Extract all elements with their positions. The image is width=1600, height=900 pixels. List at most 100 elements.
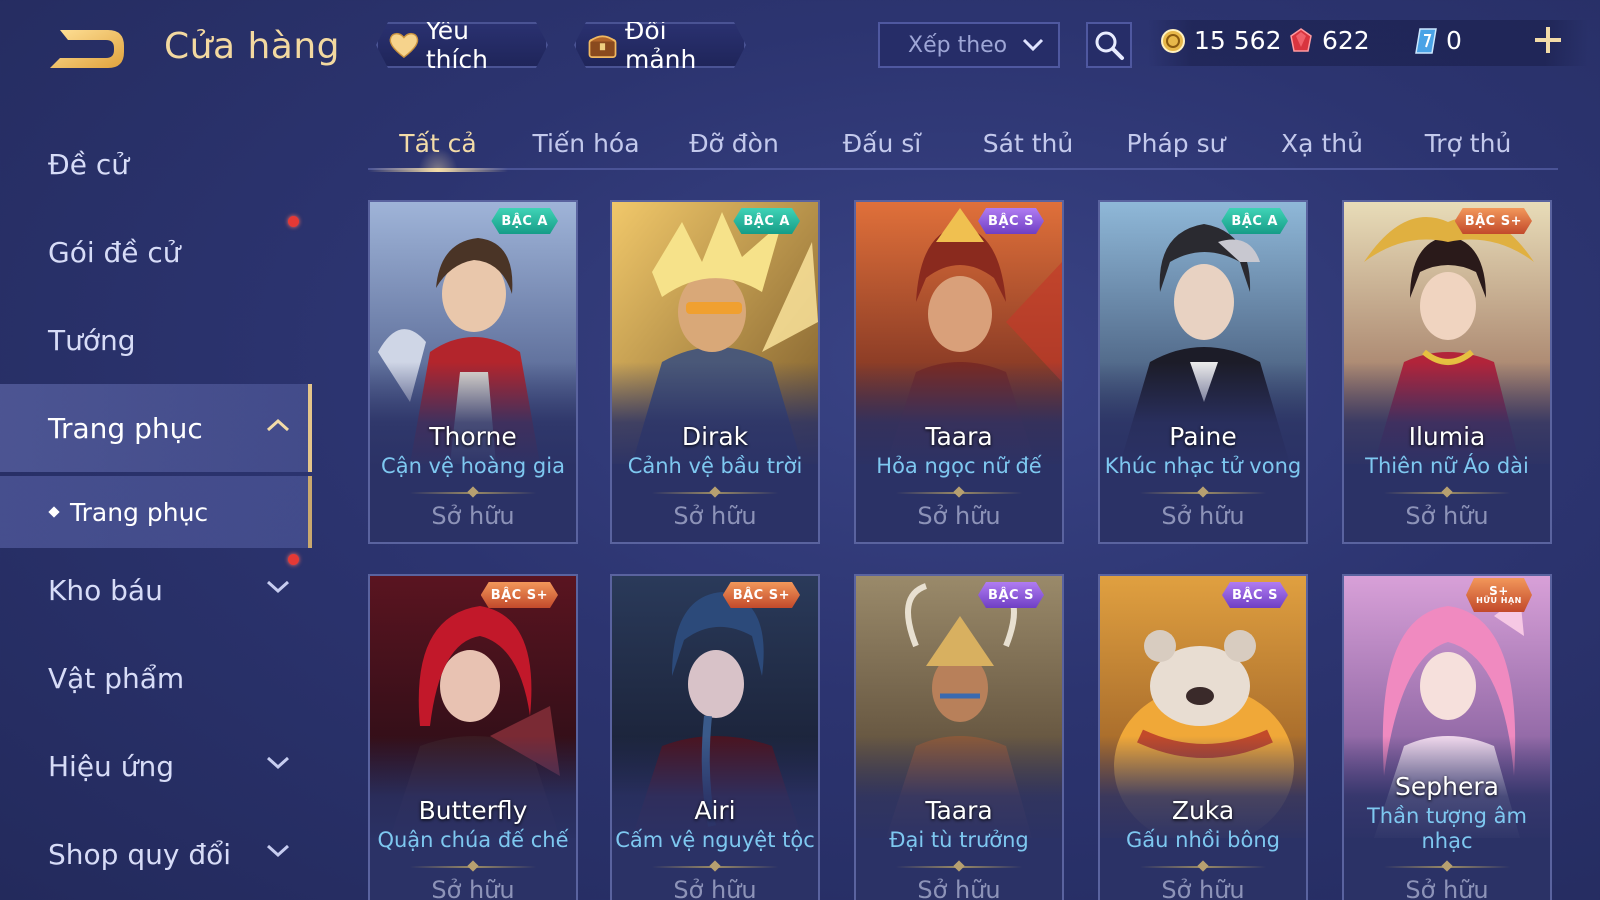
voucher-amount: 0: [1446, 26, 1462, 55]
divider: [1384, 860, 1510, 872]
ownership-status: Sở hữu: [1405, 502, 1489, 530]
skin-card[interactable]: BẬC S+ Ilumia Thiên nữ Áo dài Sở hữu: [1342, 200, 1552, 544]
add-currency-button[interactable]: [1530, 22, 1566, 58]
skin-card[interactable]: BẬC A Paine Khúc nhạc tử vong Sở hữu: [1098, 200, 1308, 544]
page-title: Cửa hàng: [164, 26, 341, 67]
role-tabs: Tất cả Tiến hóa Đỡ đòn Đấu sĩ Sát thủ Ph…: [368, 112, 1558, 172]
hero-name: Dirak: [681, 422, 749, 451]
tier-badge: BẬC S+: [1455, 208, 1532, 234]
hero-name: Taara: [925, 422, 993, 451]
hero-name: Zuka: [1171, 796, 1235, 825]
tab-label: Xạ thủ: [1281, 128, 1363, 158]
skin-name: Đại tù trưởng: [889, 828, 1029, 852]
ownership-status: Sở hữu: [673, 876, 757, 900]
skin-name: Gấu nhồi bông: [1126, 828, 1280, 852]
tab-label: Đấu sĩ: [842, 128, 922, 158]
hero-name: Sephera: [1395, 772, 1499, 801]
tier-badge: BẬC S+: [481, 582, 558, 608]
tab-all[interactable]: Tất cả: [368, 118, 508, 172]
skin-name: Thần tượng âm nhạc: [1366, 804, 1528, 854]
divider: [1384, 486, 1510, 498]
tier-badge: BẬC S: [978, 208, 1044, 234]
skin-card[interactable]: BẬC S+ Airi Cấm vệ nguyệt tộc Sở hữu: [610, 574, 820, 900]
sidebar-item-effects[interactable]: Hiệu ứng: [0, 722, 312, 810]
sidebar-item-featured-bundles[interactable]: Gói đề cử: [0, 208, 312, 296]
skin-name: Khúc nhạc tử vong: [1104, 454, 1302, 478]
ownership-status: Sở hữu: [431, 502, 515, 530]
sidebar-item-label: Đề cử: [48, 147, 129, 181]
bullet-diamond-icon: [48, 506, 60, 518]
ownership-status: Sở hữu: [673, 502, 757, 530]
tab-evolution[interactable]: Tiến hóa: [516, 118, 656, 168]
back-button[interactable]: [46, 24, 130, 74]
tab-marksman[interactable]: Xạ thủ: [1252, 118, 1392, 168]
chevron-down-icon: [266, 580, 290, 594]
notification-dot: [288, 216, 299, 227]
sidebar: Đề cử Gói đề cử Tướng Trang phục Trang p…: [0, 120, 312, 900]
tab-assassin[interactable]: Sát thủ: [958, 118, 1098, 168]
favorites-label: Yêu thích: [425, 16, 489, 74]
sidebar-item-heroes[interactable]: Tướng: [0, 296, 312, 384]
skin-card[interactable]: BẬC S Zuka Gấu nhồi bông Sở hữu: [1098, 574, 1308, 900]
sort-label: Xếp theo: [908, 32, 1008, 58]
chevron-up-icon: [266, 418, 290, 432]
skin-card[interactable]: BẬC A Thorne Cận vệ hoàng gia Sở hữu: [368, 200, 578, 544]
gold-balance: 15 562: [1160, 26, 1281, 55]
top-bar: Cửa hàng Yêu thích Đổi mảnh Xếp theo 15 …: [0, 0, 1600, 92]
tier-badge: BẬC A: [733, 208, 800, 234]
tab-mage[interactable]: Pháp sư: [1106, 118, 1246, 168]
skin-card[interactable]: BẬC S Taara Hỏa ngọc nữ đế Sở hữu: [854, 200, 1064, 544]
search-button[interactable]: [1086, 22, 1132, 68]
chevron-down-icon: [1022, 38, 1044, 52]
ownership-status: Sở hữu: [431, 876, 515, 900]
divider: [410, 860, 536, 872]
tab-label: Tất cả: [399, 128, 477, 158]
skin-name: Cận vệ hoàng gia: [381, 454, 565, 478]
skin-name: Quận chúa đế chế: [377, 828, 569, 852]
ownership-status: Sở hữu: [917, 876, 1001, 900]
skin-card[interactable]: BẬC A Dirak Cảnh vệ bầu trời Sở hữu: [610, 200, 820, 544]
ruby-gem-icon: [1290, 27, 1312, 52]
tab-label: Sát thủ: [982, 128, 1074, 158]
skin-card[interactable]: BẬC S Taara Đại tù trưởng Sở hữu: [854, 574, 1064, 900]
ownership-status: Sở hữu: [917, 502, 1001, 530]
divider: [896, 486, 1022, 498]
gold-coin-icon: [1161, 28, 1185, 53]
sidebar-item-exchange-shop[interactable]: Shop quy đổi: [0, 810, 312, 898]
tab-label: Tiến hóa: [532, 128, 640, 158]
skin-name: Cảnh vệ bầu trời: [627, 454, 803, 478]
sidebar-item-items[interactable]: Vật phẩm: [0, 634, 312, 722]
favorites-button[interactable]: Yêu thích: [376, 22, 548, 68]
sidebar-subitem-label: Trang phục: [70, 497, 209, 527]
tab-tank[interactable]: Đỡ đòn: [664, 118, 804, 168]
tab-support[interactable]: Trợ thủ: [1398, 118, 1538, 168]
hero-name: Ilumia: [1408, 422, 1486, 451]
tab-label: Đỡ đòn: [689, 128, 779, 158]
ownership-status: Sở hữu: [1161, 876, 1245, 900]
tab-fighter[interactable]: Đấu sĩ: [812, 118, 952, 168]
tier-badge: BẬC A: [491, 208, 558, 234]
currency-bar: 15 562 622 0: [1148, 20, 1588, 66]
hero-name: Thorne: [429, 422, 517, 451]
search-icon: [1095, 31, 1124, 60]
sidebar-item-featured[interactable]: Đề cử: [0, 120, 312, 208]
chevron-down-icon: [266, 756, 290, 770]
ruby-balance: 622: [1288, 26, 1370, 55]
sidebar-item-label: Gói đề cử: [48, 235, 181, 269]
heart-icon: [388, 30, 420, 60]
tier-badge-limited: S+ HỮU HẠN: [1466, 578, 1532, 612]
fragment-exchange-button[interactable]: Đổi mảnh: [574, 22, 746, 68]
skin-card[interactable]: BẬC S+ Butterfly Quận chúa đế chế Sở hữu: [368, 574, 578, 900]
skin-card[interactable]: S+ HỮU HẠN Sephera Thần tượng âm nhạc Sở…: [1342, 574, 1552, 900]
sidebar-subitem-skins[interactable]: Trang phục: [0, 476, 312, 548]
divider: [1140, 860, 1266, 872]
voucher-icon: [1415, 27, 1437, 54]
sidebar-item-skins[interactable]: Trang phục: [0, 384, 312, 472]
ownership-status: Sở hữu: [1405, 876, 1489, 900]
tier-badge: BẬC S+: [723, 582, 800, 608]
sidebar-item-treasure[interactable]: Kho báu: [0, 546, 312, 634]
plus-icon: [1535, 27, 1561, 53]
sidebar-item-label: Trang phục: [48, 411, 203, 445]
sort-dropdown[interactable]: Xếp theo: [878, 22, 1060, 68]
sidebar-item-label: Hiệu ứng: [48, 749, 174, 783]
